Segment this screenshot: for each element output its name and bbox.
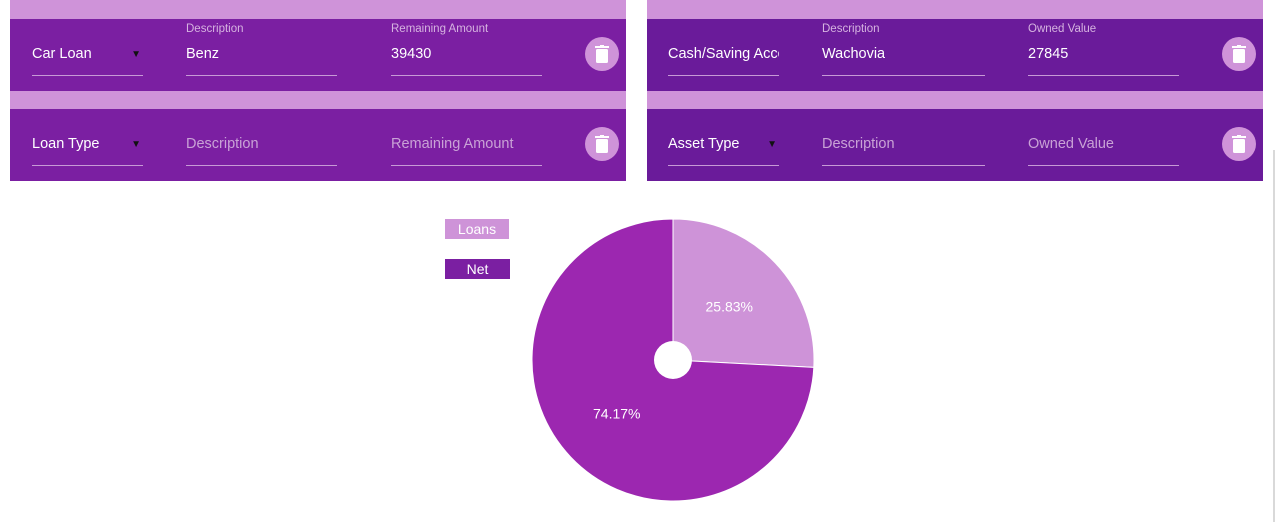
legend-loans[interactable]: Loans [445, 219, 509, 239]
loan-type-select[interactable]: Loan Type ▼ [32, 109, 143, 181]
field-underline [1028, 75, 1179, 76]
liability-row: Car Loan ▼ Description Benz Remaining Am… [10, 19, 626, 91]
scrollbar[interactable] [1273, 150, 1275, 522]
field-underline [32, 165, 143, 166]
trash-icon [595, 45, 609, 63]
description-label: Description [186, 23, 244, 35]
owned-value-field[interactable]: Owned Value 27845 [1028, 19, 1179, 91]
asset-type-value: Cash/Saving Acco [668, 46, 779, 62]
pie-slice-loans[interactable] [672, 218, 815, 368]
description-value: Benz [186, 46, 220, 62]
trash-icon [1232, 135, 1246, 153]
asset-row: Cash/Saving Acco Description Wachovia Ow… [647, 19, 1263, 91]
delete-row-button[interactable] [585, 127, 619, 161]
field-underline [822, 75, 985, 76]
field-underline [391, 165, 542, 166]
remaining-amount-label: Remaining Amount [391, 23, 489, 35]
delete-row-button[interactable] [1222, 127, 1256, 161]
delete-row-button[interactable] [585, 37, 619, 71]
field-underline [668, 165, 779, 166]
liability-row: Loan Type ▼ Description Remaining Amount [10, 109, 626, 181]
description-value: Wachovia [822, 46, 886, 62]
pie-center-hole [654, 341, 692, 379]
asset-type-value: Asset Type [668, 136, 740, 152]
owned-value-label: Owned Value [1028, 23, 1097, 35]
field-underline [186, 165, 337, 166]
description-placeholder: Description [822, 136, 895, 152]
remaining-amount-field[interactable]: Remaining Amount 39430 [391, 19, 542, 91]
asset-type-select[interactable]: Asset Type ▼ [668, 109, 779, 181]
slice-label-net-worth: 74.17% [593, 405, 640, 421]
remaining-amount-value: 39430 [391, 46, 432, 62]
asset-type-select[interactable]: Cash/Saving Acco [668, 19, 779, 91]
field-underline [668, 75, 779, 76]
description-field[interactable]: Description [186, 109, 337, 181]
trash-icon [595, 135, 609, 153]
loan-type-value: Loan Type [32, 136, 100, 152]
assets-panel: Cash/Saving Acco Description Wachovia Ow… [647, 0, 1263, 181]
description-field[interactable]: Description [822, 109, 985, 181]
description-field[interactable]: Description Benz [186, 19, 337, 91]
field-underline [1028, 165, 1179, 166]
loan-type-select[interactable]: Car Loan ▼ [32, 19, 143, 91]
liabilities-panel: Car Loan ▼ Description Benz Remaining Am… [10, 0, 626, 181]
remaining-amount-field[interactable]: Remaining Amount [391, 109, 542, 181]
owned-value-field[interactable]: Owned Value [1028, 109, 1179, 181]
asset-row: Asset Type ▼ Description Owned Value [647, 109, 1263, 181]
description-field[interactable]: Description Wachovia [822, 19, 985, 91]
caret-down-icon: ▼ [767, 139, 777, 150]
field-underline [822, 165, 985, 166]
field-underline [186, 75, 337, 76]
slice-label-loans: 25.83% [706, 299, 753, 315]
owned-value-value: 27845 [1028, 46, 1069, 62]
description-label: Description [822, 23, 880, 35]
pie-chart: 25.83% 74.17% [531, 218, 815, 502]
caret-down-icon: ▼ [131, 139, 141, 150]
trash-icon [1232, 45, 1246, 63]
delete-row-button[interactable] [1222, 37, 1256, 71]
legend-net-worth[interactable]: Net Worth [445, 259, 510, 297]
remaining-amount-placeholder: Remaining Amount [391, 136, 514, 152]
field-underline [391, 75, 542, 76]
caret-down-icon: ▼ [131, 49, 141, 60]
loan-type-value: Car Loan [32, 46, 92, 62]
owned-value-placeholder: Owned Value [1028, 136, 1114, 152]
description-placeholder: Description [186, 136, 259, 152]
field-underline [32, 75, 143, 76]
